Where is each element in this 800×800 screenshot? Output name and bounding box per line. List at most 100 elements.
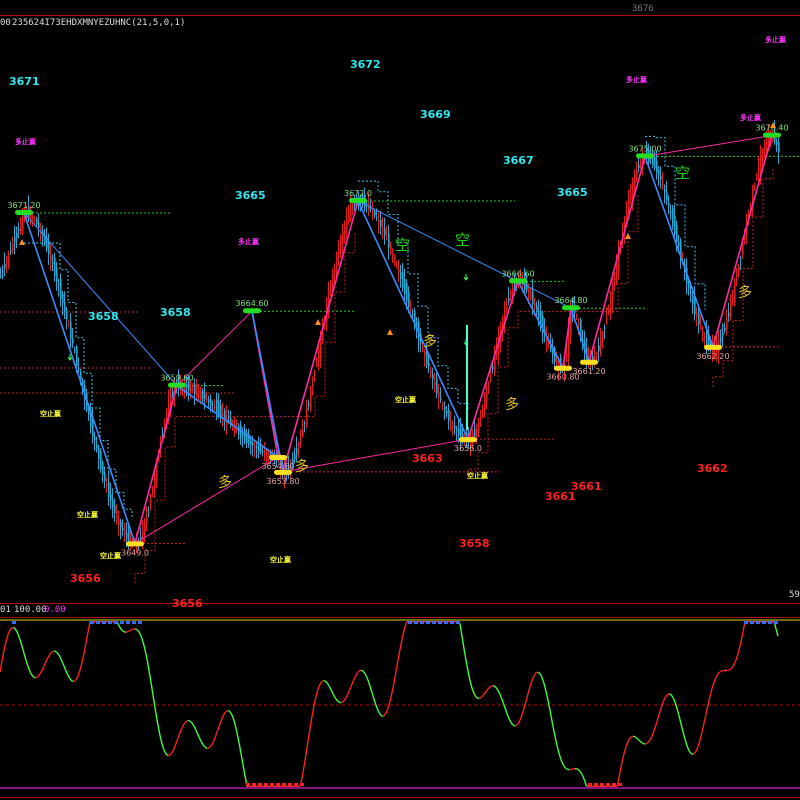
oscillator-line <box>375 705 378 709</box>
oscillator-line <box>160 739 163 744</box>
price-level-label: 3658 <box>88 310 119 323</box>
oscillator-line <box>158 730 161 736</box>
oscillator-line <box>403 626 406 631</box>
candle <box>428 362 430 367</box>
candle <box>734 282 736 302</box>
pivot-price-label: 3664.80 <box>554 296 587 305</box>
oscillator-line <box>170 752 173 755</box>
candle <box>186 383 188 389</box>
oscillator-line <box>547 700 550 706</box>
candle <box>602 334 604 341</box>
candle <box>318 349 320 362</box>
oscillator-line <box>67 674 70 678</box>
oscillator-line <box>475 696 478 699</box>
candle <box>480 417 482 420</box>
oscillator-line <box>120 628 123 631</box>
oscillator-line <box>16 631 19 635</box>
candle <box>202 390 204 399</box>
signal-label: 多止赢 <box>626 75 647 84</box>
oscillator-line <box>674 701 677 706</box>
candle <box>38 222 40 229</box>
candle <box>692 295 694 304</box>
candle <box>536 305 538 313</box>
candle <box>430 370 432 375</box>
oscillator-line <box>237 737 240 743</box>
candle <box>658 169 660 175</box>
oscillator-line <box>565 767 568 770</box>
price-level-label: 3672 <box>350 58 381 71</box>
candle <box>512 287 514 293</box>
candle <box>656 160 658 173</box>
oscillator-line <box>705 709 708 715</box>
oscillator-line <box>165 753 168 756</box>
oscillator-line <box>367 680 370 684</box>
oscillator-line <box>402 630 405 636</box>
oscillator-line <box>641 742 644 745</box>
oscillator-line <box>349 686 352 690</box>
oscillator-line <box>716 673 719 676</box>
oscillator-line <box>238 742 241 749</box>
oscillator-line <box>7 631 10 636</box>
oscillator-line <box>658 711 661 716</box>
candle <box>108 481 110 498</box>
candle <box>388 233 390 248</box>
oscillator-line <box>50 651 53 654</box>
oscillator-line <box>232 717 235 721</box>
oscillator-line <box>6 634 9 639</box>
oscillator-line <box>342 700 345 703</box>
oscillator-line <box>522 708 525 712</box>
candle <box>534 303 536 307</box>
candle <box>36 219 38 225</box>
oscillator-line <box>464 654 467 661</box>
oscillator-line <box>24 656 27 661</box>
oscillator-line <box>509 720 512 723</box>
candle <box>394 257 396 262</box>
oscillator-line <box>21 646 24 650</box>
price-level-label: 3658 <box>459 537 490 550</box>
candle <box>740 257 742 259</box>
oscillator-line <box>376 707 379 711</box>
oscillator-line <box>212 739 215 743</box>
oscillator-line <box>143 645 146 650</box>
oscillator-line <box>196 732 199 735</box>
candle <box>62 293 64 304</box>
oscillator-line <box>487 687 490 690</box>
oscillator-line <box>304 754 307 761</box>
oscillator-line <box>70 679 73 682</box>
candle <box>316 364 318 366</box>
candle <box>144 522 146 537</box>
oscillator-line <box>489 685 492 688</box>
candle <box>250 440 252 445</box>
oscillator-line <box>66 672 69 676</box>
oscillator-line <box>242 764 245 771</box>
oscillator-line <box>534 672 537 675</box>
oscillator-line <box>498 691 501 695</box>
oscillator-line <box>637 738 640 741</box>
candle <box>296 448 298 455</box>
oscillator-line <box>140 635 143 639</box>
oscillator-line <box>199 738 202 742</box>
oscillator-line <box>166 754 169 757</box>
price-chart[interactable]: 3671.20 3649.0 3659.60 3654.80 3664.60 3653.8… <box>0 0 800 800</box>
oscillator-line <box>30 673 33 676</box>
overbought-dot <box>102 621 106 624</box>
candle <box>400 272 402 279</box>
indicator-title: 235624I73EHDXMNYEZUHNC(21,5,0,1) <box>12 18 186 28</box>
oscillator-line <box>709 692 712 697</box>
oscillator-line <box>194 727 197 731</box>
oscillator-line <box>712 682 715 686</box>
oscillator-line <box>310 716 313 723</box>
overbought-dot <box>114 621 118 624</box>
oscillator-line <box>327 683 330 687</box>
oscillator-line <box>149 676 152 683</box>
oscillator-line <box>651 733 654 737</box>
oscillator-line <box>527 690 530 695</box>
oscillator-line <box>695 748 698 752</box>
oscillator-line <box>704 713 707 719</box>
oscillator-line <box>69 678 72 681</box>
oscillator-line <box>506 713 509 717</box>
candle <box>448 408 450 422</box>
oscillator-line <box>693 752 696 755</box>
oscillator-line <box>177 735 180 739</box>
oscillator-line <box>214 734 217 739</box>
